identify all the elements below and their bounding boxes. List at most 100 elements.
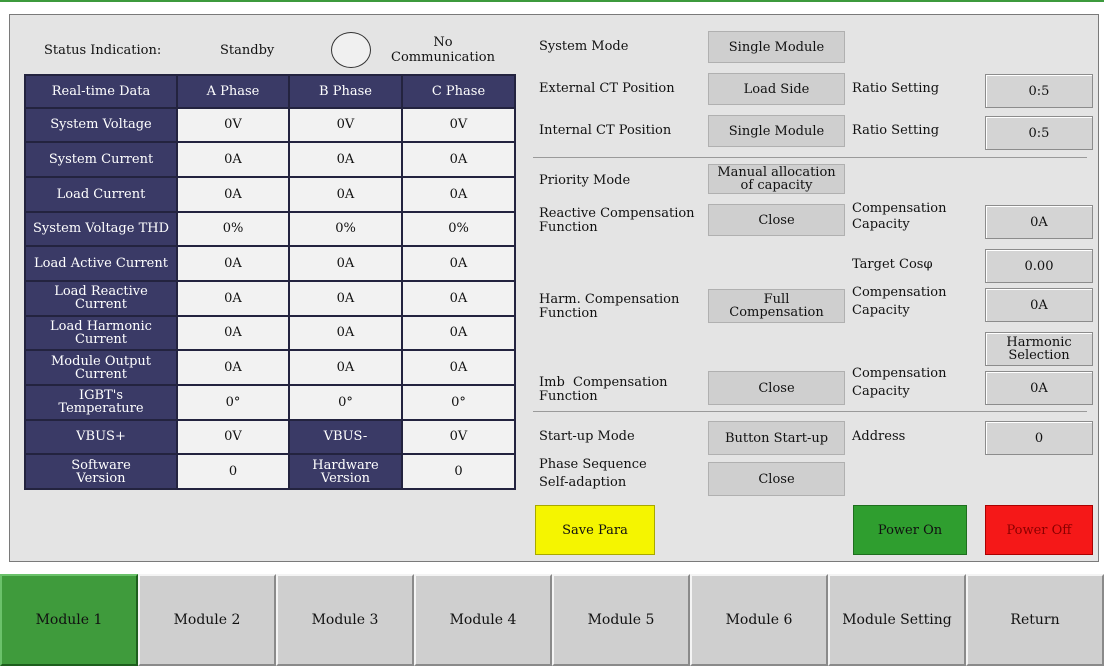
tab-module-2[interactable]: Module 2 <box>138 574 276 666</box>
phase-seq-label-line2: Self-adaption <box>539 474 627 490</box>
row-label: System Voltage THD <box>24 210 178 248</box>
b-phase-value: 0A <box>288 175 403 213</box>
row-label: Load Reactive Current <box>24 279 178 317</box>
power-off-button[interactable]: Power Off <box>985 505 1093 555</box>
c-phase-value: 0A <box>401 349 516 386</box>
row-label-line2: Current <box>74 331 128 347</box>
table-row: Load Current 0A 0A 0A <box>24 175 516 213</box>
tab-module-6[interactable]: Module 6 <box>690 574 828 666</box>
internal-ct-label: Internal CT Position <box>539 123 672 138</box>
software-version-label: Software Version <box>24 453 178 490</box>
row-label: Module Output Current <box>24 349 178 386</box>
c-phase-value: 0° <box>401 383 516 421</box>
reactive-capacity-label: Compensation Capacity <box>852 202 947 231</box>
internal-ratio-input[interactable]: 0:5 <box>985 116 1093 150</box>
tab-module-3[interactable]: Module 3 <box>276 574 414 666</box>
reactive-comp-button[interactable]: Close <box>708 204 845 236</box>
harm-capacity-label: Compensation Capacity <box>852 286 947 317</box>
c-phase-value: 0A <box>401 141 516 178</box>
row-label-line2: Temperature <box>58 401 144 417</box>
power-on-button[interactable]: Power On <box>853 505 967 555</box>
header-realtime-data: Real-time Data <box>24 74 178 109</box>
imb-capacity-label-line1: Compensation <box>852 366 947 381</box>
a-phase-value: 0A <box>176 314 290 352</box>
imb-comp-button[interactable]: Close <box>708 371 845 405</box>
external-ct-label: External CT Position <box>539 81 675 96</box>
internal-ct-button[interactable]: Single Module <box>708 115 845 147</box>
imb-capacity-label: Compensation Capacity <box>852 367 947 398</box>
imb-capacity-label-line2: Capacity <box>852 383 910 399</box>
row-label-line1: System Current <box>48 152 154 168</box>
row-label-line1: Load Current <box>56 186 146 202</box>
b-phase-value: 0% <box>288 210 403 248</box>
vbus-minus-label: VBUS- <box>288 418 403 456</box>
communication-status-line1: No <box>433 35 453 50</box>
header-c-phase: C Phase <box>401 74 516 109</box>
header-b-phase: B Phase <box>288 74 403 109</box>
top-accent-line <box>0 0 1104 2</box>
tab-module-4[interactable]: Module 4 <box>414 574 552 666</box>
tab-module-setting[interactable]: Module Setting <box>828 574 966 666</box>
harmonic-selection-button[interactable]: Harmonic Selection <box>985 332 1093 366</box>
b-phase-value: 0° <box>288 383 403 421</box>
b-phase-value: 0A <box>288 245 403 282</box>
harm-comp-label-line1: Harm. Compensation <box>539 292 680 307</box>
a-phase-value: 0A <box>176 175 290 213</box>
table-row: Load Harmonic Current 0A 0A 0A <box>24 314 516 352</box>
b-phase-value: 0A <box>288 279 403 317</box>
address-label: Address <box>852 429 906 444</box>
harm-capacity-label-line2: Capacity <box>852 302 910 318</box>
target-cos-label: Target Cosφ <box>852 257 933 272</box>
table-row: Load Active Current 0A 0A 0A <box>24 245 516 282</box>
a-phase-value: 0A <box>176 349 290 386</box>
target-cos-input[interactable]: 0.00 <box>985 249 1093 283</box>
reactive-comp-label-line2: Function <box>539 219 598 235</box>
section-divider-2 <box>533 411 1087 412</box>
c-phase-value: 0A <box>401 245 516 282</box>
save-para-button[interactable]: Save Para <box>535 505 655 555</box>
external-ratio-label: Ratio Setting <box>852 81 940 96</box>
reactive-capacity-label-line1: Compensation <box>852 201 947 216</box>
a-phase-value: 0A <box>176 279 290 317</box>
imb-capacity-input[interactable]: 0A <box>985 371 1093 405</box>
tab-module-5[interactable]: Module 5 <box>552 574 690 666</box>
c-phase-value: 0A <box>401 175 516 213</box>
priority-mode-button[interactable]: Manual allocation of capacity <box>708 164 845 194</box>
harm-comp-button[interactable]: Full Compensation <box>708 289 845 323</box>
harm-capacity-input[interactable]: 0A <box>985 288 1093 322</box>
tab-module-1[interactable]: Module 1 <box>0 574 138 666</box>
table-row: System Voltage 0V 0V 0V <box>24 106 516 144</box>
reactive-comp-label-line1: Reactive Compensation <box>539 206 695 221</box>
imb-comp-label-line2: Function <box>539 388 598 404</box>
harm-capacity-label-line1: Compensation <box>852 285 947 300</box>
tab-return[interactable]: Return <box>966 574 1104 666</box>
external-ct-button[interactable]: Load Side <box>708 73 845 105</box>
harmonic-selection-line2: Selection <box>1008 348 1070 363</box>
row-label-line1: Module Output <box>51 353 151 369</box>
row-label-line1: System Voltage THD <box>32 221 170 237</box>
row-label-line1: System Voltage <box>50 117 152 133</box>
vbus-plus-label: VBUS+ <box>24 418 178 456</box>
address-input[interactable]: 0 <box>985 421 1093 455</box>
b-phase-value: 0V <box>288 106 403 144</box>
system-mode-button[interactable]: Single Module <box>708 31 845 63</box>
external-ratio-input[interactable]: 0:5 <box>985 74 1093 108</box>
software-version-value: 0 <box>176 453 290 490</box>
hardware-version-label-line1: Hardware <box>312 457 379 473</box>
startup-mode-button[interactable]: Button Start-up <box>708 421 845 455</box>
a-phase-value: 0V <box>176 106 290 144</box>
row-label-line2: Current <box>74 366 128 382</box>
imb-comp-label-line1: Imb Compensation <box>539 375 668 390</box>
phase-seq-button[interactable]: Close <box>708 462 845 496</box>
c-phase-value: 0A <box>401 314 516 352</box>
reactive-comp-label: Reactive Compensation Function <box>539 207 695 234</box>
table-row: Load Reactive Current 0A 0A 0A <box>24 279 516 317</box>
reactive-capacity-label-line2: Capacity <box>852 216 910 232</box>
harm-comp-label-line2: Function <box>539 305 598 321</box>
system-mode-label: System Mode <box>539 39 629 54</box>
table-row: Software Version 0 Hardware Version 0 <box>24 453 516 490</box>
row-label: IGBT's Temperature <box>24 383 178 421</box>
header-a-phase: A Phase <box>176 74 290 109</box>
harm-comp-value-line2: Compensation <box>729 305 824 320</box>
reactive-capacity-input[interactable]: 0A <box>985 205 1093 239</box>
